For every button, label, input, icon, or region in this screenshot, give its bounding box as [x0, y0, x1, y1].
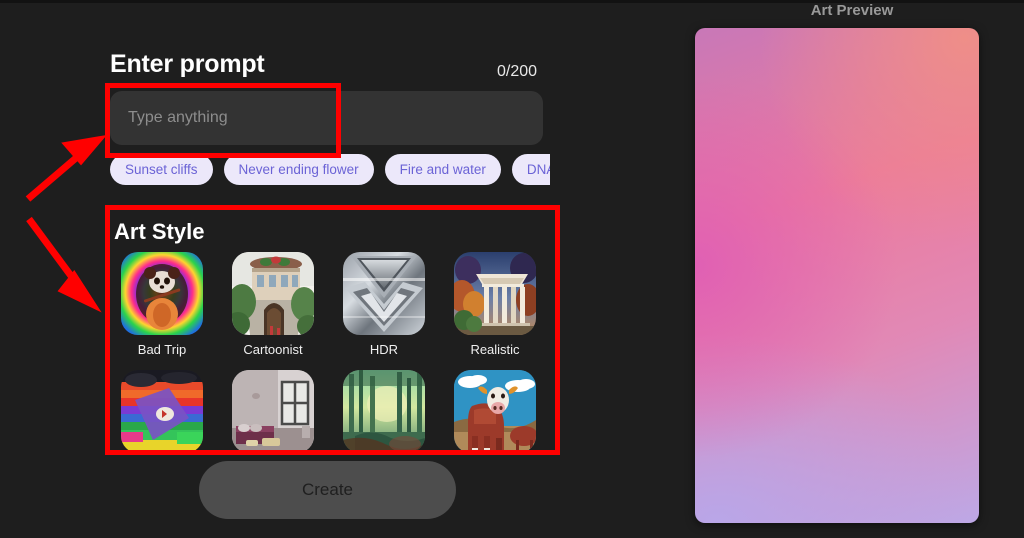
- create-button[interactable]: Create: [199, 461, 456, 519]
- cow-landscape-thumbnail: [454, 370, 536, 453]
- art-style-option-6[interactable]: [229, 370, 317, 453]
- art-style-option-hdr[interactable]: HDR: [340, 252, 428, 357]
- art-style-option-8[interactable]: [451, 370, 539, 453]
- cartoon-building-thumbnail: [232, 252, 314, 335]
- abstract-rainbow-thumbnail: [121, 370, 203, 453]
- interior-room-thumbnail: [232, 370, 314, 453]
- suggestion-chip-never-ending-flower[interactable]: Never ending flower: [223, 154, 374, 185]
- art-style-heading: Art Style: [114, 219, 205, 244]
- art-style-option-cartoonist[interactable]: Cartoonist: [229, 252, 317, 357]
- suggestion-chip-sunset-cliffs[interactable]: Sunset cliffs: [110, 154, 213, 185]
- art-style-grid: Bad Trip Cartoonist HDR Realistic: [118, 252, 550, 453]
- psychedelic-red-panda-thumbnail: [121, 252, 203, 335]
- art-preview-image: [695, 28, 979, 523]
- character-counter: 0/200: [497, 63, 538, 80]
- art-style-label: HDR: [369, 342, 399, 357]
- art-style-label: Bad Trip: [137, 342, 187, 357]
- art-style-label: Realistic: [470, 342, 520, 357]
- art-style-label: Cartoonist: [243, 342, 303, 357]
- classical-temple-thumbnail: [454, 252, 536, 335]
- metallic-chrome-thumbnail: [343, 252, 425, 335]
- art-style-option-bad-trip[interactable]: Bad Trip: [118, 252, 206, 357]
- prompt-panel: Enter prompt 0/200 Sunset cliffs Never e…: [0, 3, 680, 538]
- art-preview-panel: Art Preview: [680, 2, 1024, 538]
- prompt-input[interactable]: [110, 91, 543, 145]
- green-forest-thumbnail: [343, 370, 425, 453]
- suggestion-chips: Sunset cliffs Never ending flower Fire a…: [110, 154, 550, 186]
- art-style-option-7[interactable]: [340, 370, 428, 453]
- suggestion-chip-dna-tornado[interactable]: DNA tornado: [511, 154, 550, 185]
- suggestion-chip-fire-and-water[interactable]: Fire and water: [384, 154, 501, 185]
- art-style-option-5[interactable]: [118, 370, 206, 453]
- art-style-option-realistic[interactable]: Realistic: [451, 252, 539, 357]
- page-title: Enter prompt: [110, 50, 265, 78]
- art-preview-heading: Art Preview: [810, 2, 894, 19]
- app-root: Enter prompt 0/200 Sunset cliffs Never e…: [0, 0, 1024, 538]
